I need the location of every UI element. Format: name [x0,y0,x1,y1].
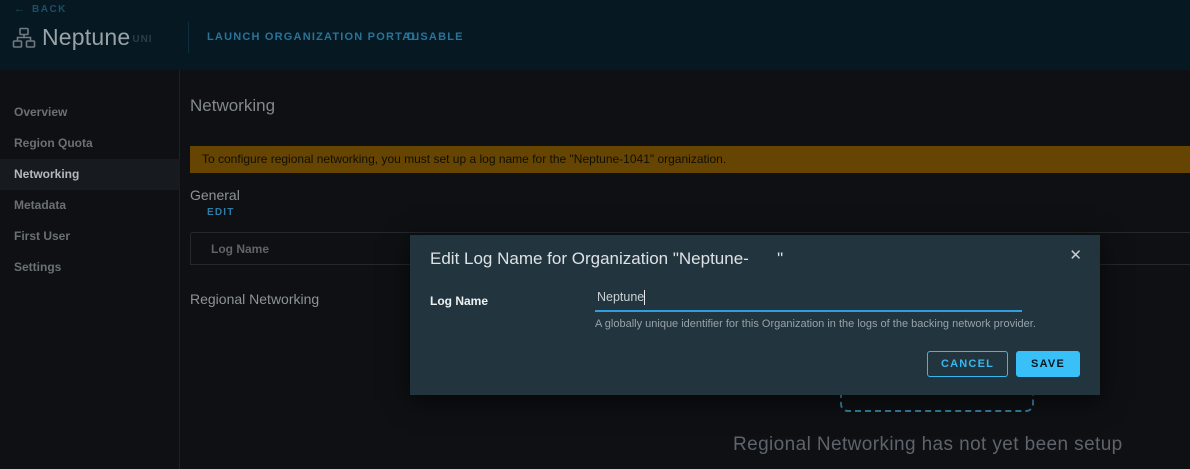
edit-log-name-dialog: Edit Log Name for Organization "Neptune-… [410,235,1100,395]
log-name-field-label: Log Name [430,294,489,308]
header-divider [188,22,189,53]
back-button[interactable]: ← BACK [14,3,67,15]
sidebar: Overview Region Quota Networking Metadat… [0,70,180,469]
general-section-title: General [190,187,240,203]
arrow-left-icon: ← [14,3,25,15]
edit-button[interactable]: EDIT [207,207,235,218]
org-chart-icon [12,26,36,50]
regional-networking-empty-message: Regional Networking has not yet been set… [733,434,1123,455]
log-name-helper-text: A globally unique identifier for this Or… [595,318,1036,330]
log-name-input[interactable] [595,286,1022,312]
sidebar-item-first-user[interactable]: First User [0,221,180,252]
sidebar-item-overview[interactable]: Overview [0,97,180,128]
sidebar-item-settings[interactable]: Settings [0,252,180,283]
back-label: BACK [32,4,67,15]
dialog-buttons: CANCEL SAVE [927,351,1080,377]
sidebar-item-metadata[interactable]: Metadata [0,190,180,221]
org-brand: Neptune UNI [12,24,153,51]
dialog-title: Edit Log Name for Organization "Neptune-… [430,249,784,268]
sidebar-item-networking[interactable]: Networking [0,159,180,190]
page-title: Networking [190,96,276,115]
log-name-input-wrap [595,286,1022,312]
save-button[interactable]: SAVE [1016,351,1080,377]
launch-organization-portal-button[interactable]: LAUNCH ORGANIZATION PORTAL [207,31,419,43]
disable-button[interactable]: DISABLE [407,31,464,43]
org-title-suffix: UNI [132,34,153,45]
org-title: Neptune [42,24,131,50]
app-window: ← BACK Neptune UNI LAUNCH ORGANIZATION PO… [0,0,1190,469]
text-caret [644,290,645,305]
warning-banner: To configure regional networking, you mu… [190,146,1190,173]
close-icon[interactable]: ✕ [1069,248,1082,263]
regional-networking-section-title: Regional Networking [190,291,320,307]
cancel-button[interactable]: CANCEL [927,351,1009,377]
header: ← BACK Neptune UNI LAUNCH ORGANIZATION PO… [0,0,1190,70]
sidebar-item-region-quota[interactable]: Region Quota [0,128,180,159]
